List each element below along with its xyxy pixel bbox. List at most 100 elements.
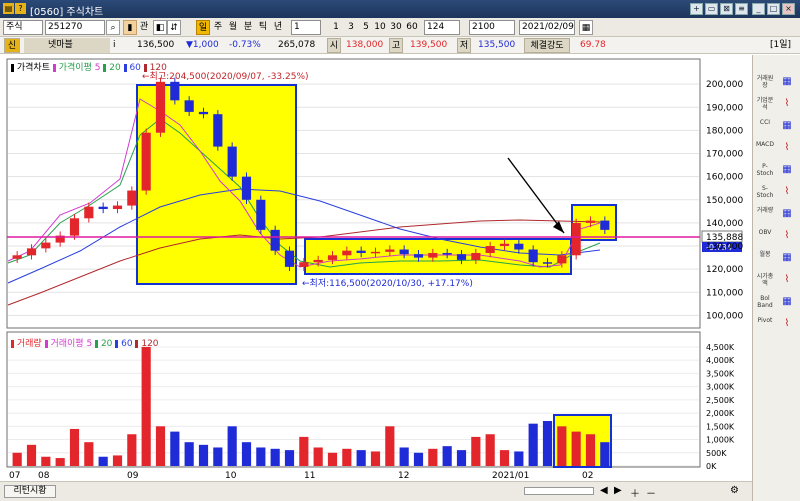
right-tool-icon[interactable]: ▦ bbox=[778, 295, 796, 309]
volume-bar bbox=[26, 444, 37, 466]
volume-bar bbox=[55, 458, 65, 466]
max-count-input[interactable]: 2100 bbox=[469, 20, 515, 35]
interval-30[interactable]: 30 bbox=[389, 20, 403, 35]
minimize-icon[interactable]: _ bbox=[752, 3, 765, 15]
link-icon[interactable]: ⊠ bbox=[720, 3, 733, 15]
sub-label[interactable]: 관 bbox=[137, 20, 151, 35]
title-bar: ▤ ? [0560] 주식차트 + ▭ ⊠ ≡ _ □ × bbox=[0, 0, 800, 18]
volume-bar bbox=[41, 456, 51, 466]
info-i[interactable]: i bbox=[113, 38, 121, 53]
right-tool-item[interactable]: OBV bbox=[756, 229, 774, 243]
right-tool-icon[interactable]: ▦ bbox=[778, 251, 796, 265]
right-tool-icon[interactable]: ⌇ bbox=[778, 273, 796, 287]
maximize-icon[interactable]: □ bbox=[767, 3, 780, 15]
help-icon[interactable]: ? bbox=[15, 3, 26, 14]
volume-ma-label: 거래이평 bbox=[50, 339, 84, 349]
right-tool-icon[interactable]: ⌇ bbox=[778, 229, 796, 243]
date-input[interactable]: 2021/02/09 bbox=[519, 20, 575, 35]
period-tick[interactable]: 틱 bbox=[256, 20, 270, 35]
code-input[interactable]: 251270 bbox=[45, 20, 105, 35]
x-tick-label: 10 bbox=[225, 471, 237, 481]
right-tool-icon[interactable]: ▦ bbox=[778, 75, 796, 89]
candle-body bbox=[299, 262, 309, 267]
search-icon[interactable]: ⌕ bbox=[106, 20, 120, 35]
zoom-out-icon[interactable]: － bbox=[646, 485, 656, 500]
x-tick-label: 11 bbox=[304, 471, 315, 481]
interval-3[interactable]: 3 bbox=[344, 20, 358, 35]
right-tool-item[interactable]: CCI bbox=[756, 119, 774, 133]
volume-bar bbox=[184, 442, 194, 466]
right-tool-icon[interactable]: ⌇ bbox=[778, 141, 796, 155]
change-pct: -0.73% bbox=[229, 40, 261, 50]
calendar-icon[interactable]: ▦ bbox=[579, 20, 593, 35]
lock-icon[interactable]: ◧ bbox=[153, 20, 167, 35]
scroll-right-icon[interactable]: ▶ bbox=[614, 485, 622, 496]
volume-tick-label: 500K bbox=[706, 449, 727, 458]
right-tool-icon[interactable]: ▦ bbox=[778, 119, 796, 133]
volume-bar bbox=[399, 447, 409, 466]
candle-body bbox=[456, 254, 467, 260]
right-tool-item[interactable]: Pivot bbox=[756, 317, 774, 331]
low-annotation: ←최저:116,500(2020/10/30, +17.17%) bbox=[302, 278, 473, 289]
menu-icon[interactable]: ≡ bbox=[735, 3, 748, 15]
right-tool-item[interactable]: 시가총액 bbox=[756, 273, 774, 287]
period-week[interactable]: 주 bbox=[211, 20, 225, 35]
interval-input[interactable]: 1 bbox=[291, 20, 321, 35]
print-icon[interactable]: ▭ bbox=[705, 3, 718, 15]
right-tool-icon[interactable]: ▦ bbox=[778, 207, 796, 221]
right-tool-item[interactable]: Bol Band bbox=[756, 295, 774, 309]
scroll-left-icon[interactable]: ◀ bbox=[600, 485, 608, 496]
app-icon[interactable]: ▤ bbox=[3, 3, 14, 14]
right-tool-item[interactable]: 월봉 bbox=[756, 251, 774, 265]
scroll-track[interactable] bbox=[524, 487, 594, 495]
right-tool-item[interactable]: S-Stoch bbox=[756, 185, 774, 199]
candle-body bbox=[98, 206, 108, 210]
period-month[interactable]: 월 bbox=[226, 20, 240, 35]
toolbar: 주식 251270 ⌕ ▮ 관 ◧ ⇵ 일 주 월 분 틱 년 1 1 3 5 … bbox=[0, 18, 800, 37]
interval-1[interactable]: 1 bbox=[329, 20, 343, 35]
right-tool-item[interactable]: 기업분석 bbox=[756, 97, 774, 111]
candle-body bbox=[528, 249, 538, 263]
volume-tick-label: 4,500K bbox=[706, 343, 735, 352]
settings-icon[interactable]: ⚙ bbox=[730, 485, 739, 496]
right-tool-icon[interactable]: ⌇ bbox=[778, 317, 796, 331]
return-label[interactable]: 리턴시황 bbox=[4, 485, 56, 498]
chart-svg[interactable]: ←최고:204,500(2020/09/07, -33.25%) ←최저:116… bbox=[0, 55, 752, 481]
close-icon[interactable]: × bbox=[782, 3, 795, 15]
high-value: 139,500 bbox=[410, 40, 448, 50]
new-window-icon[interactable]: + bbox=[690, 3, 703, 15]
period-minute[interactable]: 분 bbox=[241, 20, 255, 35]
count-input[interactable]: 124 bbox=[424, 20, 460, 35]
open-label: 시 bbox=[327, 38, 341, 53]
day-button[interactable]: 일 bbox=[196, 20, 210, 35]
right-tool-icon[interactable]: ▦ bbox=[778, 163, 796, 177]
right-tool-icon[interactable]: ⌇ bbox=[778, 97, 796, 111]
spin-icon[interactable]: ⇵ bbox=[167, 20, 181, 35]
candle-body bbox=[127, 190, 137, 206]
chart-area[interactable]: ←최고:204,500(2020/09/07, -33.25%) ←최저:116… bbox=[0, 55, 752, 501]
volume-bar bbox=[356, 450, 366, 466]
chart-type-button[interactable]: ▮ bbox=[123, 20, 137, 35]
volume-bar bbox=[499, 450, 510, 466]
market-select[interactable]: 주식 bbox=[3, 20, 43, 35]
period-year[interactable]: 년 bbox=[271, 20, 285, 35]
volume-legend-title: 거래량 bbox=[16, 339, 42, 349]
right-tool-icon[interactable]: ⌇ bbox=[778, 185, 796, 199]
right-tool-item[interactable]: MACD bbox=[756, 141, 774, 155]
volume-bar bbox=[485, 434, 495, 466]
candle-body bbox=[112, 205, 123, 210]
x-tick-label: 02 bbox=[582, 471, 593, 481]
right-tool-item[interactable]: 거래량 bbox=[756, 207, 774, 221]
right-tool-item[interactable]: P-Stoch bbox=[756, 163, 774, 177]
interval-60[interactable]: 60 bbox=[405, 20, 419, 35]
strength-label: 체결강도 bbox=[524, 38, 570, 53]
candle-body bbox=[256, 199, 266, 230]
interval-5[interactable]: 5 bbox=[359, 20, 373, 35]
zoom-in-icon[interactable]: ＋ bbox=[630, 485, 640, 500]
right-tool-item[interactable]: 거래원장 bbox=[756, 75, 774, 89]
volume-legend: 거래량 거래이평 5 20 60 120 bbox=[11, 336, 159, 349]
volume-bar bbox=[313, 447, 323, 466]
volume-bar bbox=[256, 447, 266, 466]
interval-10[interactable]: 10 bbox=[373, 20, 387, 35]
low-value: 135,500 bbox=[478, 40, 516, 50]
